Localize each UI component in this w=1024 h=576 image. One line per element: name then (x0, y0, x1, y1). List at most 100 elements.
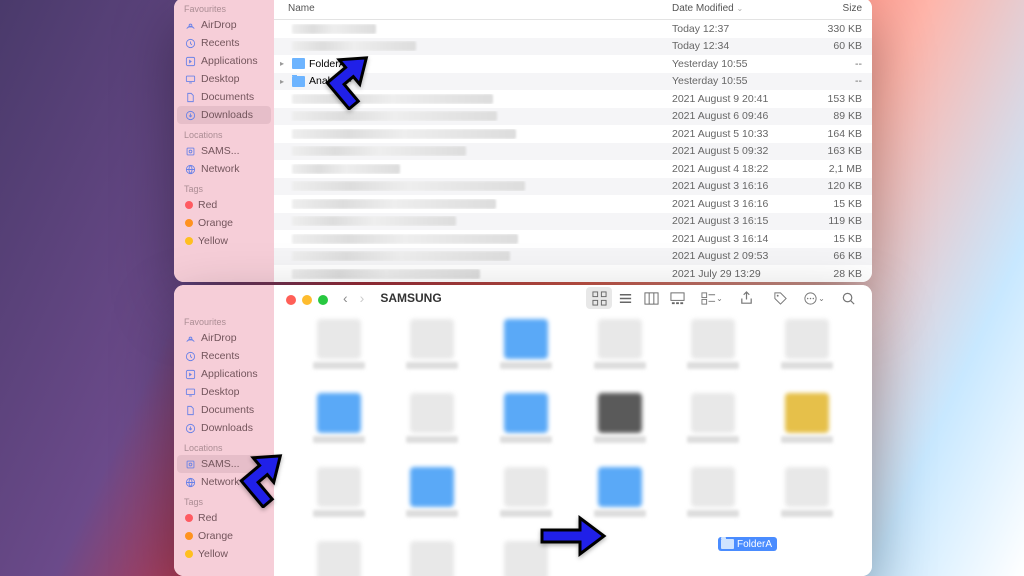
sidebar-item-red[interactable]: Red (177, 196, 271, 214)
grid-item[interactable] (760, 319, 854, 393)
sidebar-item-orange[interactable]: Orange (177, 214, 271, 232)
grid-item[interactable] (573, 467, 667, 541)
group-by-button[interactable]: ⌄ (698, 287, 726, 309)
redacted-name (292, 111, 497, 121)
grid-item[interactable] (292, 319, 386, 393)
disclosure-icon[interactable]: ▸ (280, 77, 288, 86)
file-row-foldera[interactable]: ▸FolderAYesterday 10:55-- (274, 55, 872, 73)
file-row[interactable]: 2021 August 3 16:1415 KB (274, 230, 872, 248)
disclosure-icon[interactable]: ▸ (280, 59, 288, 68)
grid-item[interactable] (292, 541, 386, 576)
sidebar-item-label: Network (201, 163, 240, 175)
sidebar-item-applications[interactable]: Applications (177, 365, 271, 383)
sidebar-item-label: Documents (201, 91, 254, 103)
date-cell: 2021 August 5 10:33 (672, 128, 807, 140)
sidebar-item-network[interactable]: Network (177, 473, 271, 491)
column-header-size[interactable]: Size (807, 3, 862, 14)
maximize-button[interactable] (318, 295, 328, 305)
grid-item[interactable] (479, 393, 573, 467)
grid-item[interactable] (667, 467, 761, 541)
tag-dot-icon (185, 514, 193, 522)
redacted-name (292, 234, 518, 244)
redacted-label (594, 436, 646, 443)
file-row[interactable]: 2021 August 5 10:33164 KB (274, 125, 872, 143)
file-row[interactable]: 2021 August 2 09:5366 KB (274, 248, 872, 266)
grid-item[interactable] (386, 541, 480, 576)
minimize-button[interactable] (302, 295, 312, 305)
date-cell: 2021 August 5 09:32 (672, 145, 807, 157)
redacted-label (406, 510, 458, 517)
sidebar-item-downloads[interactable]: Downloads (177, 419, 271, 437)
sidebar-item-red[interactable]: Red (177, 509, 271, 527)
redacted-name (292, 199, 496, 209)
redacted-name (292, 24, 376, 34)
grid-item[interactable] (479, 541, 573, 576)
sidebar-item-orange[interactable]: Orange (177, 527, 271, 545)
file-row[interactable]: 2021 August 5 09:32163 KB (274, 143, 872, 161)
grid-item[interactable] (667, 319, 761, 393)
file-row-analysis-[interactable]: ▸Analysis-Yesterday 10:55-- (274, 73, 872, 91)
sidebar-item-label: AirDrop (201, 332, 237, 344)
grid-item[interactable] (386, 393, 480, 467)
sidebar-item-downloads[interactable]: Downloads (177, 106, 271, 124)
share-button[interactable] (732, 287, 760, 309)
sidebar-item-documents[interactable]: Documents (177, 401, 271, 419)
file-row[interactable]: 2021 August 4 18:222,1 MB (274, 160, 872, 178)
sidebar-bottom: Favourites AirDropRecentsApplicationsDes… (174, 285, 274, 576)
column-header-date[interactable]: Date Modified ⌄ (672, 3, 807, 14)
sidebar-item-recents[interactable]: Recents (177, 347, 271, 365)
view-icons-button[interactable] (586, 287, 612, 309)
traffic-lights[interactable] (286, 295, 328, 305)
redacted-label (594, 362, 646, 369)
column-header-name[interactable]: Name (288, 3, 672, 14)
grid-item[interactable] (479, 467, 573, 541)
sidebar-item-label: Recents (201, 350, 240, 362)
grid-item[interactable] (573, 393, 667, 467)
sidebar-item-documents[interactable]: Documents (177, 88, 271, 106)
grid-item-icon (598, 393, 642, 433)
action-menu-button[interactable]: ⌄ (800, 287, 828, 309)
grid-item[interactable] (479, 319, 573, 393)
file-row[interactable]: 2021 July 29 13:2928 KB (274, 265, 872, 282)
finder-window-top: Favourites AirDropRecentsApplicationsDes… (174, 0, 872, 282)
grid-item[interactable] (573, 319, 667, 393)
view-gallery-button[interactable] (664, 287, 690, 309)
file-row[interactable]: 2021 August 6 09:4689 KB (274, 108, 872, 126)
file-row[interactable]: 2021 August 3 16:16120 KB (274, 178, 872, 196)
sidebar-item-sams-[interactable]: SAMS... (177, 142, 271, 160)
grid-item[interactable] (292, 393, 386, 467)
size-cell: 119 KB (807, 215, 862, 227)
list-body[interactable]: Today 12:37330 KBToday 12:3460 KB▸Folder… (274, 20, 872, 282)
file-row[interactable]: Today 12:37330 KB (274, 20, 872, 38)
view-columns-button[interactable] (638, 287, 664, 309)
sidebar-item-sams-[interactable]: SAMS... (177, 455, 271, 473)
file-row[interactable]: 2021 August 9 20:41153 KB (274, 90, 872, 108)
sidebar-item-desktop[interactable]: Desktop (177, 383, 271, 401)
sidebar-item-yellow[interactable]: Yellow (177, 232, 271, 250)
file-row[interactable]: Today 12:3460 KB (274, 38, 872, 56)
file-row[interactable]: 2021 August 3 16:15119 KB (274, 213, 872, 231)
nav-back-button[interactable]: ‹ (339, 288, 352, 308)
grid-item[interactable] (386, 467, 480, 541)
tags-button[interactable] (766, 287, 794, 309)
grid-item[interactable] (760, 393, 854, 467)
grid-item-icon (785, 393, 829, 433)
grid-item[interactable] (292, 467, 386, 541)
close-button[interactable] (286, 295, 296, 305)
nav-forward-button[interactable]: › (356, 288, 369, 308)
sidebar-item-recents[interactable]: Recents (177, 34, 271, 52)
sidebar-item-network[interactable]: Network (177, 160, 271, 178)
sidebar-item-desktop[interactable]: Desktop (177, 70, 271, 88)
sidebar-item-yellow[interactable]: Yellow (177, 545, 271, 563)
grid-item[interactable] (386, 319, 480, 393)
drag-ghost-label: FolderA (737, 539, 772, 550)
file-row[interactable]: 2021 August 3 16:1615 KB (274, 195, 872, 213)
grid-item[interactable] (760, 467, 854, 541)
grid-item[interactable] (667, 393, 761, 467)
search-button[interactable] (834, 287, 862, 309)
sidebar-item-airdrop[interactable]: AirDrop (177, 16, 271, 34)
sidebar-item-airdrop[interactable]: AirDrop (177, 329, 271, 347)
icon-grid[interactable] (274, 311, 872, 576)
view-list-button[interactable] (612, 287, 638, 309)
sidebar-item-applications[interactable]: Applications (177, 52, 271, 70)
